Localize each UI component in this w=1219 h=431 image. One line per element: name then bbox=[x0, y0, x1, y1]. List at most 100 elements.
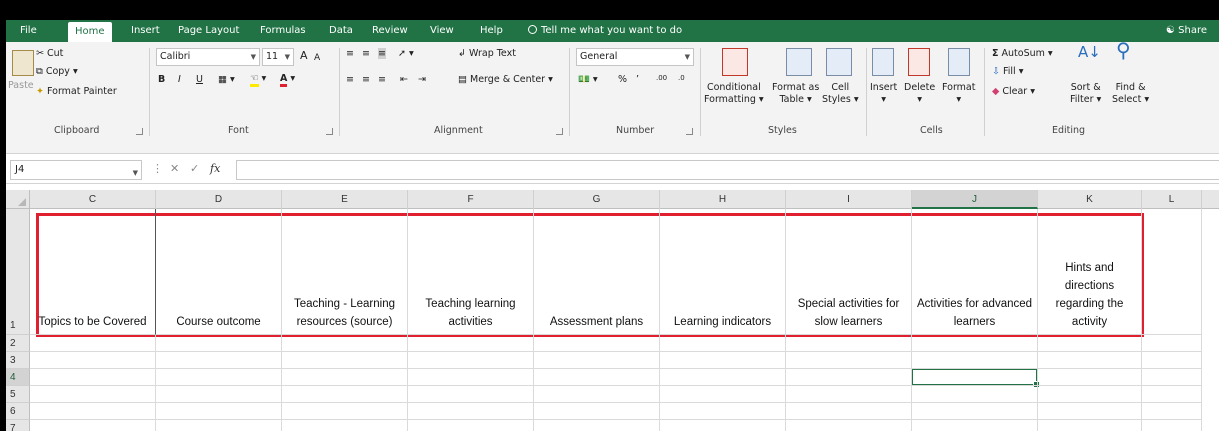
number-launcher[interactable] bbox=[686, 128, 693, 135]
cell-k1[interactable]: Hints and directions regarding the activ… bbox=[1038, 209, 1142, 335]
find-select-icon[interactable]: ⚲ bbox=[1116, 40, 1131, 60]
cell-h6[interactable] bbox=[660, 403, 786, 420]
column-header-g[interactable]: G bbox=[534, 190, 660, 209]
cell-c3[interactable] bbox=[30, 352, 156, 369]
cell-styles-button[interactable]: Cell Styles ▾ bbox=[822, 82, 859, 106]
middle-align-button[interactable]: ≡ bbox=[362, 48, 370, 60]
cell-e1[interactable]: Teaching - Learning resources (source) bbox=[282, 209, 408, 335]
cell-d1[interactable]: Course outcome bbox=[156, 209, 282, 335]
enter-icon[interactable]: ✓ bbox=[190, 162, 199, 175]
cell-e3[interactable] bbox=[282, 352, 408, 369]
align-right-button[interactable]: ≡ bbox=[378, 74, 386, 86]
cell-e4[interactable] bbox=[282, 369, 408, 386]
share-button[interactable]: ☯ Share bbox=[1166, 20, 1207, 42]
increase-indent-button[interactable]: ⇥ bbox=[418, 74, 426, 86]
cell-k6[interactable] bbox=[1038, 403, 1142, 420]
cell-e7[interactable] bbox=[282, 420, 408, 431]
comma-button[interactable]: ’ bbox=[636, 74, 639, 86]
tab-data[interactable]: Data bbox=[329, 20, 353, 42]
cell-l7[interactable] bbox=[1142, 420, 1202, 431]
increase-decimal-button[interactable]: .00 bbox=[656, 72, 667, 84]
orientation-button[interactable]: ➚ ▾ bbox=[398, 48, 414, 60]
cell-f7[interactable] bbox=[408, 420, 534, 431]
delete-cells-button[interactable]: Delete ▾ bbox=[904, 82, 935, 106]
cell-d3[interactable] bbox=[156, 352, 282, 369]
cell-i3[interactable] bbox=[786, 352, 912, 369]
alignment-launcher[interactable] bbox=[556, 128, 563, 135]
cell-g6[interactable] bbox=[534, 403, 660, 420]
name-box[interactable]: J4 ▼ bbox=[10, 160, 142, 180]
format-as-table-button[interactable]: Format as Table ▾ bbox=[772, 82, 819, 106]
clipboard-launcher[interactable] bbox=[136, 128, 143, 135]
merge-center-button[interactable]: ▤ Merge & Center ▾ bbox=[458, 74, 553, 86]
row-header-3[interactable]: 3 bbox=[6, 352, 30, 369]
conditional-formatting-icon[interactable] bbox=[722, 48, 748, 76]
column-header-e[interactable]: E bbox=[282, 190, 408, 209]
cell-f5[interactable] bbox=[408, 386, 534, 403]
cell-l1[interactable] bbox=[1142, 209, 1202, 335]
row-header-4[interactable]: 4 bbox=[6, 369, 30, 386]
italic-button[interactable]: I bbox=[178, 74, 181, 86]
cell-h1[interactable]: Learning indicators bbox=[660, 209, 786, 335]
cell-j2[interactable] bbox=[912, 335, 1038, 352]
clear-button[interactable]: ◆ Clear ▾ bbox=[992, 86, 1035, 98]
column-header-h[interactable]: H bbox=[660, 190, 786, 209]
grow-font-button[interactable]: A bbox=[300, 50, 308, 62]
cell-i1[interactable]: Special activities for slow learners bbox=[786, 209, 912, 335]
cell-g5[interactable] bbox=[534, 386, 660, 403]
format-as-table-icon[interactable] bbox=[786, 48, 812, 76]
cell-d5[interactable] bbox=[156, 386, 282, 403]
cell-h2[interactable] bbox=[660, 335, 786, 352]
sort-filter-button[interactable]: Sort & Filter ▾ bbox=[1070, 82, 1101, 106]
tab-page-layout[interactable]: Page Layout bbox=[178, 20, 239, 42]
column-header-f[interactable]: F bbox=[408, 190, 534, 209]
decrease-decimal-button[interactable]: .0 bbox=[678, 72, 685, 84]
find-select-button[interactable]: Find & Select ▾ bbox=[1112, 82, 1149, 106]
cell-g2[interactable] bbox=[534, 335, 660, 352]
cell-k4[interactable] bbox=[1038, 369, 1142, 386]
font-size-select[interactable]: 11 ▼ bbox=[262, 48, 294, 66]
cell-e2[interactable] bbox=[282, 335, 408, 352]
font-color-button[interactable]: A ▾ bbox=[280, 73, 295, 87]
insert-function-icon[interactable]: fx bbox=[210, 162, 220, 175]
font-launcher[interactable] bbox=[326, 128, 333, 135]
underline-button[interactable]: U bbox=[196, 74, 203, 86]
row-header-7[interactable]: 7 bbox=[6, 420, 30, 431]
row-header-1[interactable]: 1 bbox=[6, 209, 30, 335]
tab-help[interactable]: Help bbox=[480, 20, 503, 42]
cell-j4[interactable] bbox=[912, 369, 1038, 386]
cell-f2[interactable] bbox=[408, 335, 534, 352]
cell-h5[interactable] bbox=[660, 386, 786, 403]
cell-l5[interactable] bbox=[1142, 386, 1202, 403]
cell-d6[interactable] bbox=[156, 403, 282, 420]
borders-button[interactable]: ▦ ▾ bbox=[218, 74, 235, 86]
cell-styles-icon[interactable] bbox=[826, 48, 852, 76]
paste-button[interactable]: Paste bbox=[8, 80, 34, 92]
tab-view[interactable]: View bbox=[430, 20, 454, 42]
cell-l6[interactable] bbox=[1142, 403, 1202, 420]
autosum-button[interactable]: Σ AutoSum ▾ bbox=[992, 48, 1053, 60]
align-left-button[interactable]: ≡ bbox=[346, 74, 354, 86]
fill-button[interactable]: ⇩ Fill ▾ bbox=[992, 66, 1024, 78]
cell-d4[interactable] bbox=[156, 369, 282, 386]
cell-f6[interactable] bbox=[408, 403, 534, 420]
column-header-k[interactable]: K bbox=[1038, 190, 1142, 209]
column-header-d[interactable]: D bbox=[156, 190, 282, 209]
cell-j5[interactable] bbox=[912, 386, 1038, 403]
cell-k7[interactable] bbox=[1038, 420, 1142, 431]
cell-k5[interactable] bbox=[1038, 386, 1142, 403]
cell-f1[interactable]: Teaching learning activities bbox=[408, 209, 534, 335]
paste-icon[interactable] bbox=[12, 50, 34, 76]
cell-g3[interactable] bbox=[534, 352, 660, 369]
shrink-font-button[interactable]: A bbox=[314, 52, 320, 64]
worksheet-grid[interactable]: CDEFGHIJKL 1 Topics to be Covered Course o… bbox=[6, 190, 1219, 431]
fill-color-button[interactable]: ☜ ▾ bbox=[250, 73, 266, 87]
insert-cells-button[interactable]: Insert ▾ bbox=[870, 82, 897, 106]
column-header-c[interactable]: C bbox=[30, 190, 156, 209]
wrap-text-button[interactable]: ↲ Wrap Text bbox=[458, 48, 516, 60]
conditional-formatting-button[interactable]: Conditional Formatting ▾ bbox=[704, 82, 764, 106]
cell-c1[interactable]: Topics to be Covered bbox=[30, 209, 156, 335]
cell-i4[interactable] bbox=[786, 369, 912, 386]
cell-f4[interactable] bbox=[408, 369, 534, 386]
formula-input[interactable] bbox=[236, 160, 1219, 180]
